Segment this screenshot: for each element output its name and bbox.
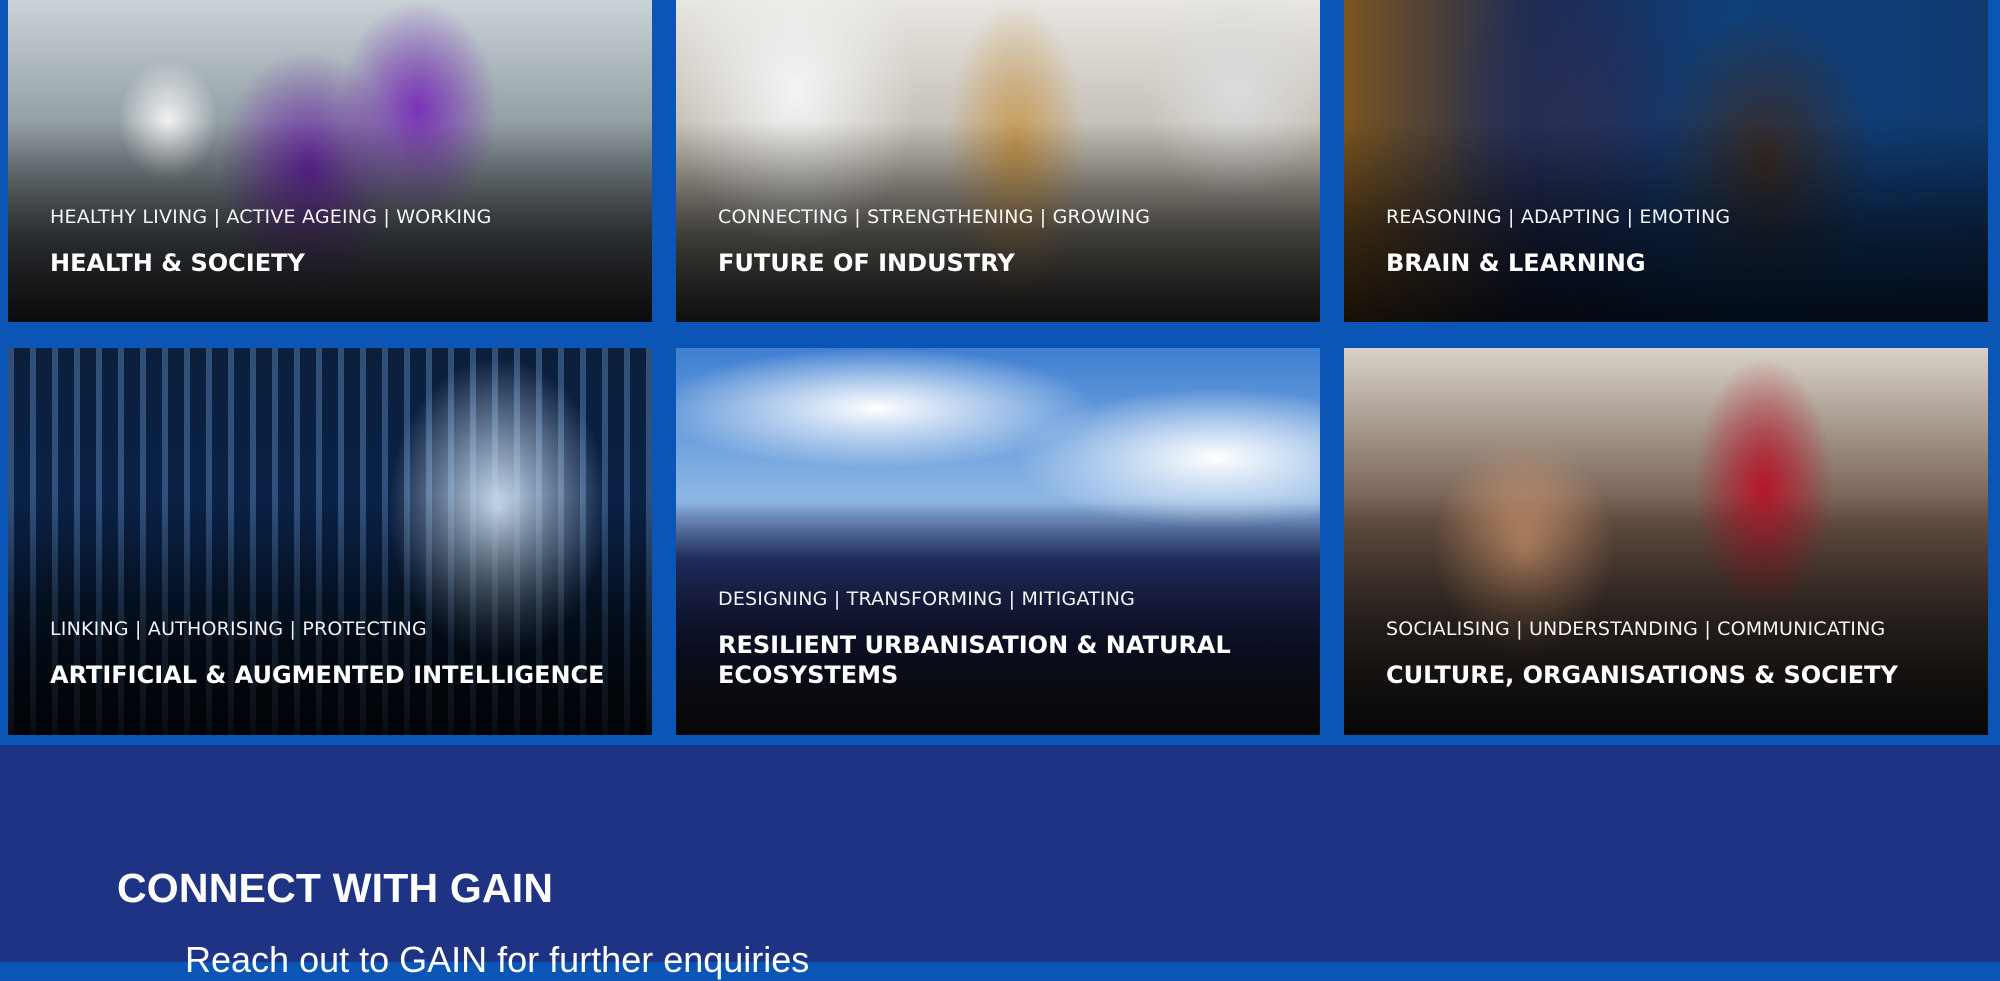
tile-brain-learning[interactable]: REASONING | ADAPTING | EMOTING BRAIN & L… xyxy=(1344,0,1988,322)
research-themes-grid: HEALTHY LIVING | ACTIVE AGEING | WORKING… xyxy=(0,0,2000,745)
connect-heading: CONNECT WITH GAIN xyxy=(117,865,554,911)
tile-subtitle: LINKING | AUTHORISING | PROTECTING xyxy=(50,618,427,640)
tile-subtitle: REASONING | ADAPTING | EMOTING xyxy=(1386,206,1731,228)
connect-section: CONNECT WITH GAIN Reach out to GAIN for … xyxy=(0,745,2000,980)
tile-title: FUTURE OF INDUSTRY xyxy=(718,249,1015,277)
tile-subtitle: DESIGNING | TRANSFORMING | MITIGATING xyxy=(718,588,1136,610)
tile-title: ARTIFICIAL & AUGMENTED INTELLIGENCE xyxy=(50,661,605,689)
tile-subtitle: HEALTHY LIVING | ACTIVE AGEING | WORKING xyxy=(50,206,492,228)
tile-resilient-urbanisation[interactable]: DESIGNING | TRANSFORMING | MITIGATING RE… xyxy=(676,348,1320,735)
tile-subtitle: CONNECTING | STRENGTHENING | GROWING xyxy=(718,206,1151,228)
tile-artificial-augmented-intelligence[interactable]: LINKING | AUTHORISING | PROTECTING ARTIF… xyxy=(8,348,652,735)
tile-title: RESILIENT URBANISATION & NATURAL ECOSYST… xyxy=(718,631,1231,689)
tile-subtitle: SOCIALISING | UNDERSTANDING | COMMUNICAT… xyxy=(1386,618,1886,640)
tile-title: BRAIN & LEARNING xyxy=(1386,249,1646,277)
connect-text: Reach out to GAIN for further enquiries xyxy=(185,939,810,980)
tile-title: HEALTH & SOCIETY xyxy=(50,249,305,277)
tile-culture-organisations-society[interactable]: SOCIALISING | UNDERSTANDING | COMMUNICAT… xyxy=(1344,348,1988,735)
tile-future-of-industry[interactable]: CONNECTING | STRENGTHENING | GROWING FUT… xyxy=(676,0,1320,322)
tile-health-society[interactable]: HEALTHY LIVING | ACTIVE AGEING | WORKING… xyxy=(8,0,652,322)
tile-title: CULTURE, ORGANISATIONS & SOCIETY xyxy=(1386,661,1898,689)
